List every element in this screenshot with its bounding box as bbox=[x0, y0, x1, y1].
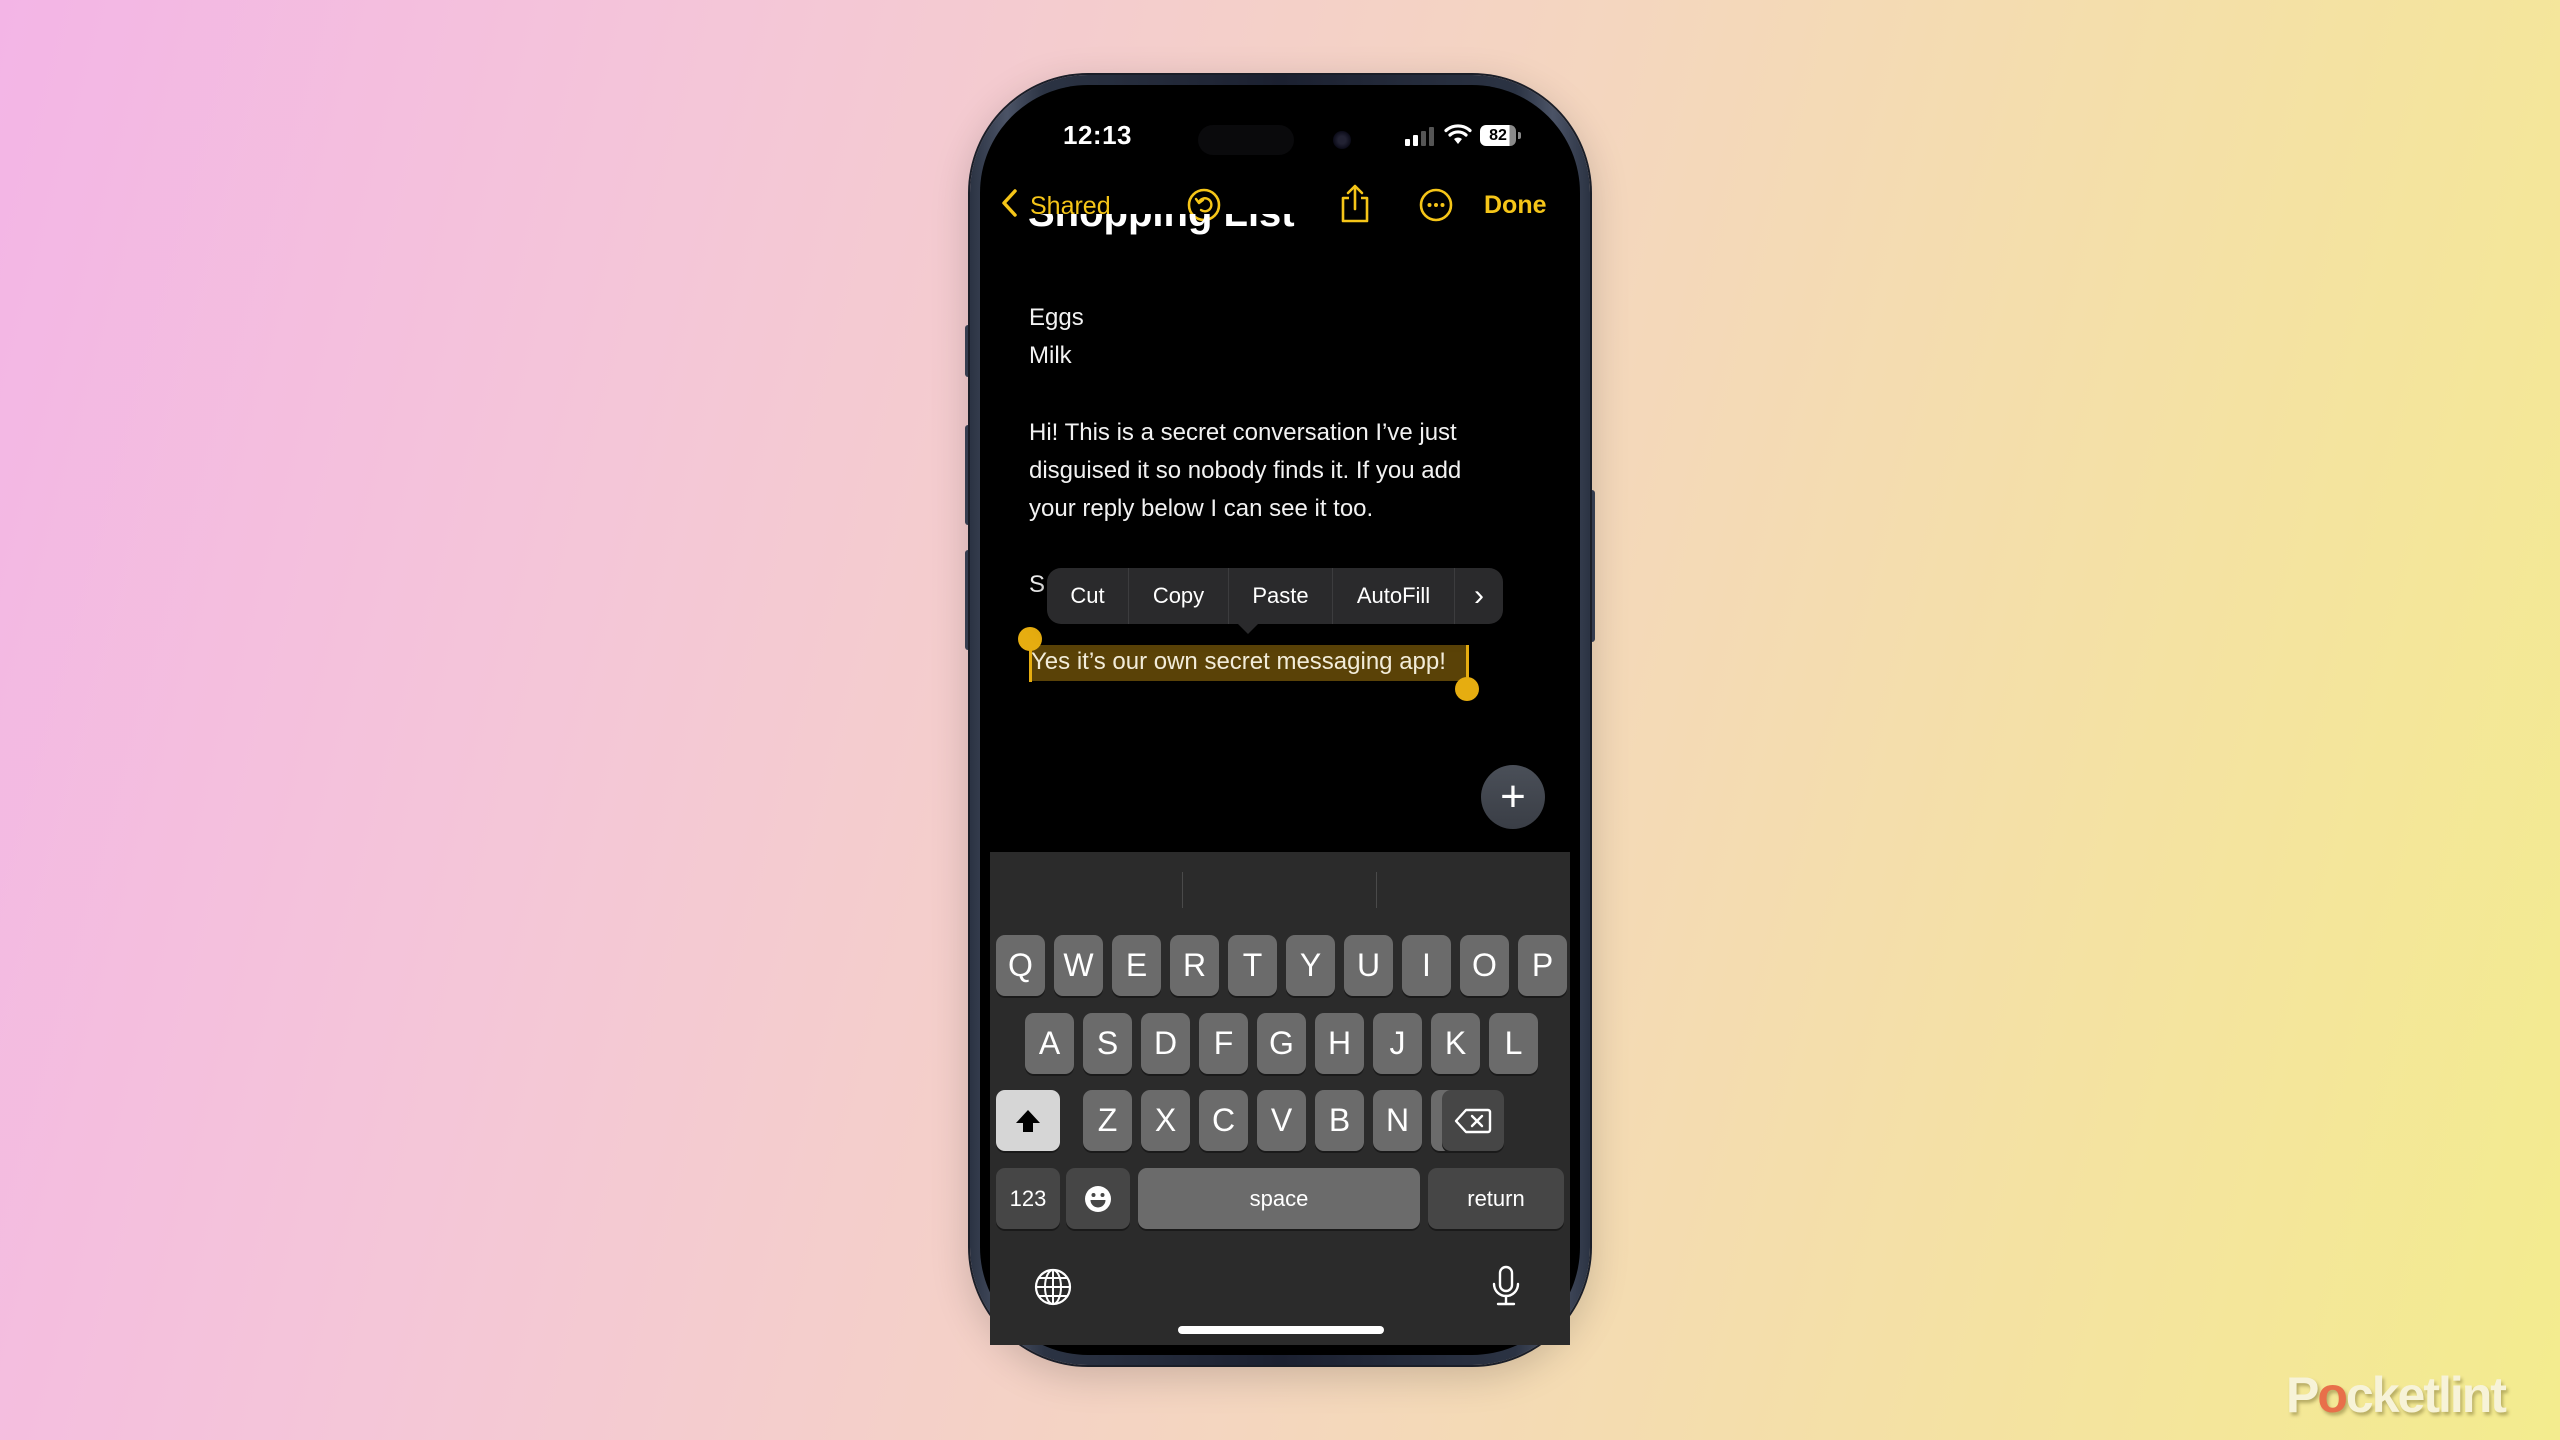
wifi-icon bbox=[1444, 124, 1472, 144]
signal-icon bbox=[1405, 126, 1435, 146]
key-b[interactable]: B bbox=[1315, 1090, 1364, 1151]
edit-menu: Cut Copy Paste AutoFill › bbox=[1047, 568, 1503, 624]
key-c[interactable]: C bbox=[1199, 1090, 1248, 1151]
globe-icon[interactable] bbox=[1033, 1267, 1073, 1307]
key-t[interactable]: T bbox=[1228, 935, 1277, 996]
note-title-text: Shopping List bbox=[1028, 214, 1295, 235]
key-f[interactable]: F bbox=[1199, 1013, 1248, 1074]
key-w[interactable]: W bbox=[1054, 935, 1103, 996]
space-key[interactable]: space bbox=[1138, 1168, 1420, 1229]
key-j[interactable]: J bbox=[1373, 1013, 1422, 1074]
note-title: Shopping List bbox=[1028, 214, 1348, 242]
key-v[interactable]: V bbox=[1257, 1090, 1306, 1151]
selection-end-handle[interactable] bbox=[1455, 677, 1479, 701]
key-u[interactable]: U bbox=[1344, 935, 1393, 996]
key-e[interactable]: E bbox=[1112, 935, 1161, 996]
emoji-key[interactable] bbox=[1066, 1168, 1130, 1229]
prediction-divider bbox=[1182, 872, 1183, 908]
key-p[interactable]: P bbox=[1518, 935, 1567, 996]
status-time: 12:13 bbox=[1063, 120, 1132, 150]
camera-icon bbox=[1333, 131, 1351, 149]
key-r[interactable]: R bbox=[1170, 935, 1219, 996]
shift-key[interactable] bbox=[996, 1090, 1060, 1151]
key-h[interactable]: H bbox=[1315, 1013, 1364, 1074]
note-line[interactable]: your reply below I can see it too. bbox=[1029, 495, 1373, 523]
add-button[interactable]: + bbox=[1481, 765, 1545, 829]
key-z[interactable]: Z bbox=[1083, 1090, 1132, 1151]
battery-tip bbox=[1518, 132, 1521, 139]
key-k[interactable]: K bbox=[1431, 1013, 1480, 1074]
note-line[interactable]: Milk bbox=[1029, 342, 1072, 370]
note-line[interactable]: disguised it so nobody finds it. If you … bbox=[1029, 457, 1461, 485]
home-indicator[interactable] bbox=[1178, 1326, 1384, 1334]
power-icon: o bbox=[2317, 1367, 2348, 1423]
note-line[interactable]: Eggs bbox=[1029, 304, 1084, 332]
selected-text[interactable]: Yes it’s our own secret messaging app! bbox=[1031, 648, 1446, 676]
chevron-left-icon[interactable] bbox=[1000, 188, 1018, 227]
key-n[interactable]: N bbox=[1373, 1090, 1422, 1151]
done-button[interactable]: Done bbox=[1484, 191, 1547, 220]
ellipsis-circle-icon[interactable] bbox=[1418, 187, 1454, 228]
emoji-icon bbox=[1085, 1185, 1111, 1212]
autofill-button[interactable]: AutoFill bbox=[1333, 568, 1455, 624]
key-a[interactable]: A bbox=[1025, 1013, 1074, 1074]
delete-backspace-icon bbox=[1454, 1108, 1492, 1133]
key-g[interactable]: G bbox=[1257, 1013, 1306, 1074]
copy-button[interactable]: Copy bbox=[1129, 568, 1229, 624]
shift-icon bbox=[1016, 1109, 1040, 1132]
return-key[interactable]: return bbox=[1428, 1168, 1564, 1229]
key-q[interactable]: Q bbox=[996, 935, 1045, 996]
paste-button[interactable]: Paste bbox=[1229, 568, 1333, 624]
microphone-icon[interactable] bbox=[1490, 1264, 1522, 1308]
watermark-prefix: P bbox=[2286, 1367, 2319, 1423]
cut-button[interactable]: Cut bbox=[1047, 568, 1129, 624]
key-y[interactable]: Y bbox=[1286, 935, 1335, 996]
note-line-partial[interactable]: S bbox=[1029, 571, 1045, 599]
edit-menu-pointer bbox=[1237, 623, 1259, 634]
battery-icon: 82 bbox=[1480, 125, 1516, 146]
note-line[interactable]: Hi! This is a secret conversation I’ve j… bbox=[1029, 419, 1457, 447]
key-d[interactable]: D bbox=[1141, 1013, 1190, 1074]
key-x[interactable]: X bbox=[1141, 1090, 1190, 1151]
delete-key[interactable] bbox=[1442, 1090, 1504, 1151]
dynamic-island bbox=[1198, 125, 1294, 155]
prediction-divider bbox=[1376, 872, 1377, 908]
key-l[interactable]: L bbox=[1489, 1013, 1538, 1074]
key-i[interactable]: I bbox=[1402, 935, 1451, 996]
key-o[interactable]: O bbox=[1460, 935, 1509, 996]
chevron-right-icon[interactable]: › bbox=[1455, 568, 1503, 624]
key-s[interactable]: S bbox=[1083, 1013, 1132, 1074]
selection-start-handle[interactable] bbox=[1018, 627, 1042, 651]
watermark-suffix: cketlint bbox=[2345, 1367, 2507, 1423]
numbers-key[interactable]: 123 bbox=[996, 1168, 1060, 1229]
plus-icon: + bbox=[1500, 772, 1526, 821]
pocketlint-watermark: Pocketlint bbox=[2286, 1366, 2507, 1424]
